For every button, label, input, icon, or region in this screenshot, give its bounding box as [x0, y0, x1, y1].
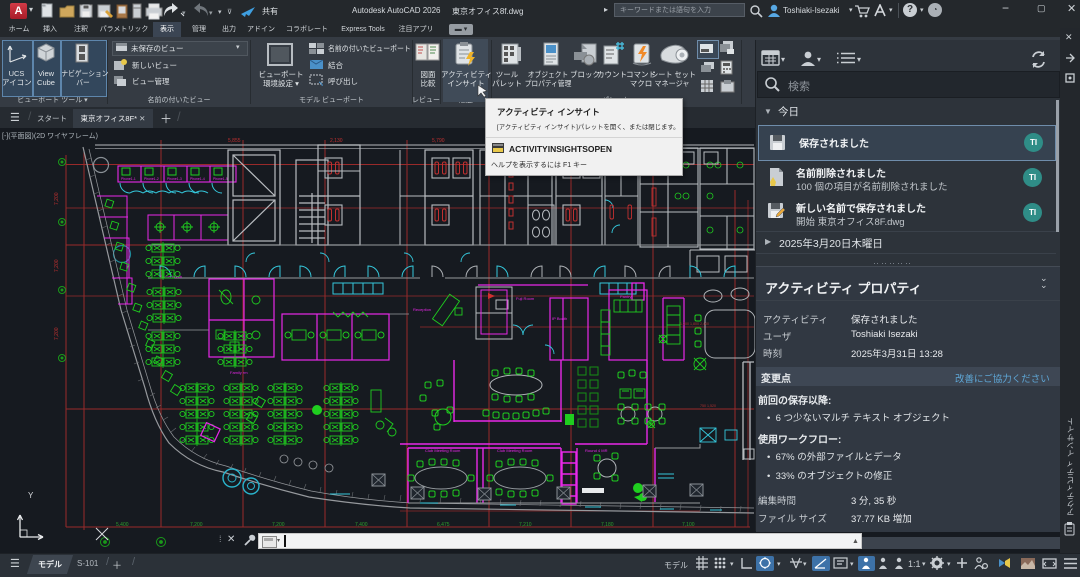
svg-text:7,200: 7,200	[190, 522, 203, 528]
svg-text:⊽: ⊽	[227, 8, 232, 16]
svg-text:Phone1-4: Phone1-4	[190, 177, 205, 181]
svg-text:750 1,520: 750 1,520	[700, 404, 716, 408]
svg-text:▾: ▾	[218, 9, 222, 16]
svg-text:▾: ▾	[209, 10, 213, 17]
svg-text:Fuji Room: Fuji Room	[516, 296, 535, 301]
svg-text:Club Meeting Room: Club Meeting Room	[425, 448, 461, 453]
svg-text:▾: ▾	[850, 561, 854, 568]
svg-text:▾: ▾	[817, 55, 821, 64]
svg-text:1,200 1,800 2,400: 1,200 1,800 2,400	[680, 322, 709, 326]
svg-text:7,100: 7,100	[682, 522, 695, 528]
svg-text:7,210: 7,210	[519, 522, 532, 528]
svg-text:Reception: Reception	[413, 307, 431, 312]
svg-text:▾: ▾	[803, 561, 807, 568]
svg-text:Phone1-3: Phone1-3	[167, 177, 182, 181]
svg-text:IP Booth: IP Booth	[552, 316, 567, 321]
svg-text:▾: ▾	[947, 561, 951, 568]
svg-text:7,200: 7,200	[272, 522, 285, 528]
svg-text:Family rm: Family rm	[230, 370, 248, 375]
svg-text:5,790: 5,790	[432, 138, 445, 144]
svg-text:▾: ▾	[781, 55, 785, 64]
svg-text:▾: ▾	[857, 55, 861, 64]
svg-text:7,200: 7,200	[54, 192, 60, 205]
svg-text:▾: ▾	[777, 561, 781, 568]
svg-text:Club Meeting Room: Club Meeting Room	[497, 448, 533, 453]
svg-text:Phone1-1: Phone1-1	[121, 177, 136, 181]
svg-text:▾: ▾	[182, 10, 186, 17]
svg-text:1:1: 1:1	[908, 559, 921, 569]
svg-text:7,400: 7,400	[355, 522, 368, 528]
svg-text:2,130: 2,130	[330, 138, 343, 144]
svg-text:Y: Y	[28, 491, 34, 500]
svg-text:▾: ▾	[922, 561, 926, 568]
svg-text:Phone1-2: Phone1-2	[144, 177, 159, 181]
svg-text:7,200: 7,200	[54, 327, 60, 340]
svg-text:5,855: 5,855	[228, 138, 241, 144]
svg-text:7,180: 7,180	[601, 522, 614, 528]
svg-text:Pantry: Pantry	[620, 294, 632, 299]
svg-text:7,200: 7,200	[54, 259, 60, 272]
svg-text:6,475: 6,475	[437, 522, 450, 528]
svg-text:▾: ▾	[730, 561, 734, 568]
svg-text:5,400: 5,400	[116, 522, 129, 528]
svg-text:Round 4 MR: Round 4 MR	[585, 448, 608, 453]
svg-text:Phone1-5: Phone1-5	[213, 177, 228, 181]
